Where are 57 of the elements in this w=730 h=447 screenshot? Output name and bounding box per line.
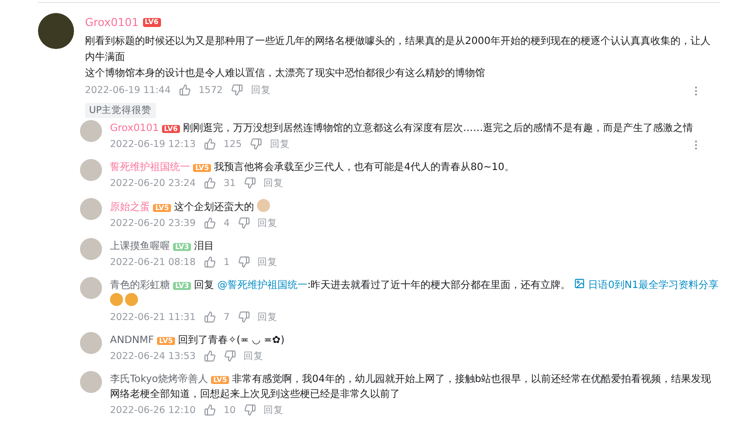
username[interactable]: 上课摸鱼喔喔 <box>110 241 170 252</box>
like-icon[interactable] <box>204 404 216 416</box>
comment-text: 这个博物馆本身的设计也是令人难以置信，太漂亮了现实中恐怕都很少有这么精妙的博物馆 <box>85 66 486 81</box>
comment-date: 2022-06-19 11:44 <box>85 84 171 96</box>
reply-link[interactable]: 回复 <box>250 84 271 96</box>
article-link[interactable]: 日语0到N1最全学习资料分享 <box>588 280 718 291</box>
reply-link[interactable]: 回复 <box>258 216 278 230</box>
up-liked-tag: UP主觉得很赞 <box>85 103 156 118</box>
reply-link[interactable]: 回复 <box>258 310 278 324</box>
like-count: 7 <box>224 312 230 322</box>
like-icon[interactable] <box>204 217 216 229</box>
comment-date: 2022-06-20 23:24 <box>110 178 196 188</box>
like-icon[interactable] <box>204 350 216 362</box>
username[interactable]: Grox0101 <box>110 123 159 134</box>
mention-link[interactable]: @誓死维护祖国统一 <box>217 280 308 291</box>
comment-date: 2022-06-26 12:10 <box>110 404 196 416</box>
comment-date: 2022-06-21 08:18 <box>110 256 196 268</box>
reply-link[interactable]: 回复 <box>244 350 264 362</box>
comment-date: 2022-06-24 13:53 <box>110 350 196 362</box>
picture-icon <box>574 278 585 289</box>
like-count: 31 <box>224 178 236 188</box>
dislike-icon[interactable] <box>230 84 243 96</box>
like-count: 1 <box>224 256 230 268</box>
username[interactable]: 李氏Tokyo烧烤帝善人 <box>110 374 208 385</box>
comment-date: 2022-06-19 12:13 <box>110 138 196 150</box>
dislike-icon[interactable] <box>244 177 256 189</box>
like-count: 1572 <box>198 84 223 96</box>
username[interactable]: ANDNMF <box>110 335 154 346</box>
comment-date: 2022-06-20 23:39 <box>110 218 196 228</box>
like-count: 125 <box>224 138 242 150</box>
like-icon[interactable] <box>204 311 216 323</box>
comment-text: 刚看到标题的时候还以为又是那种用了一些近几年的网络名梗做噱头的，结果真的是从2000年开始的梗到现在的梗逐个认认真真收集的，让人内牛满面 <box>85 34 712 65</box>
reply-link[interactable]: 回复 <box>264 404 284 416</box>
dislike-icon[interactable] <box>224 350 236 362</box>
username[interactable]: Grox0101 <box>85 16 139 28</box>
emoji-icon <box>110 293 123 306</box>
comment-date: 2022-06-21 11:31 <box>110 312 196 322</box>
emoji-icon <box>125 293 138 306</box>
dislike-icon[interactable] <box>250 138 262 150</box>
dislike-icon[interactable] <box>238 256 250 268</box>
like-count: 10 <box>224 404 236 416</box>
reply-link[interactable]: 回复 <box>258 256 278 268</box>
emoji-icon <box>257 199 270 212</box>
like-count: 4 <box>224 218 230 228</box>
dislike-icon[interactable] <box>244 404 256 416</box>
like-icon[interactable] <box>204 177 216 189</box>
dislike-icon[interactable] <box>238 217 250 229</box>
like-icon[interactable] <box>204 256 216 268</box>
username[interactable]: 青色的彩虹糖 <box>110 280 170 291</box>
like-icon[interactable] <box>204 138 216 150</box>
reply-link[interactable]: 回复 <box>264 176 284 190</box>
username[interactable]: 誓死维护祖国统一 <box>110 162 190 173</box>
avatar[interactable] <box>38 13 74 49</box>
like-icon[interactable] <box>178 84 191 96</box>
dislike-icon[interactable] <box>238 311 250 323</box>
username[interactable]: 原始之蛋 <box>110 202 150 213</box>
reply-link[interactable]: 回复 <box>270 138 290 150</box>
